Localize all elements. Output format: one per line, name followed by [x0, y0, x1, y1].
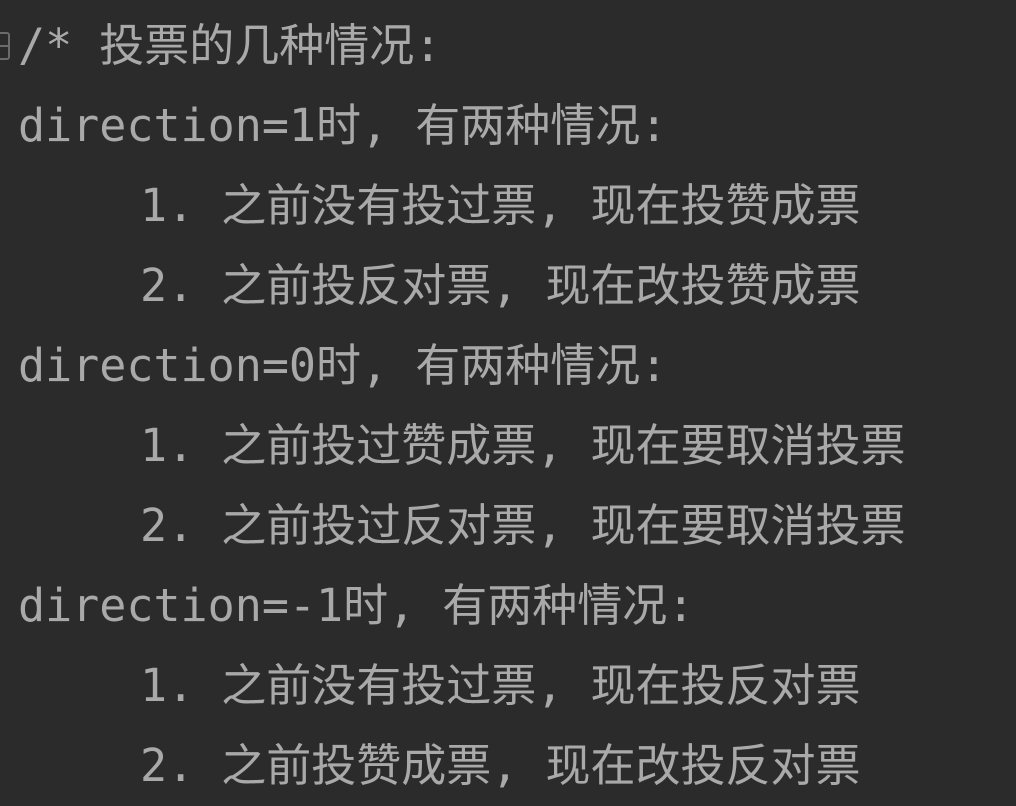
comment-line: direction=0时, 有两种情况:	[18, 339, 668, 392]
comment-line: 1. 之前投过赞成票, 现在要取消投票	[140, 419, 906, 472]
comment-line: 1. 之前没有投过票, 现在投赞成票	[140, 179, 861, 232]
comment-line: 2. 之前投反对票, 现在改投赞成票	[140, 259, 861, 312]
fold-collapse-icon[interactable]	[0, 32, 10, 60]
comment-line: /* 投票的几种情况:	[18, 19, 442, 72]
code-editor[interactable]: /* 投票的几种情况: direction=1时, 有两种情况: 1. 之前没有…	[0, 0, 1016, 806]
comment-line: direction=1时, 有两种情况:	[18, 99, 668, 152]
comment-line: 1. 之前没有投过票, 现在投反对票	[140, 659, 861, 712]
comment-line: 2. 之前投过反对票, 现在要取消投票	[140, 499, 906, 552]
code-area[interactable]: /* 投票的几种情况: direction=1时, 有两种情况: 1. 之前没有…	[18, 0, 1016, 806]
comment-line: 2. 之前投赞成票, 现在改投反对票	[140, 739, 861, 792]
editor-gutter	[0, 0, 16, 806]
comment-line: direction=-1时, 有两种情况:	[18, 579, 695, 632]
